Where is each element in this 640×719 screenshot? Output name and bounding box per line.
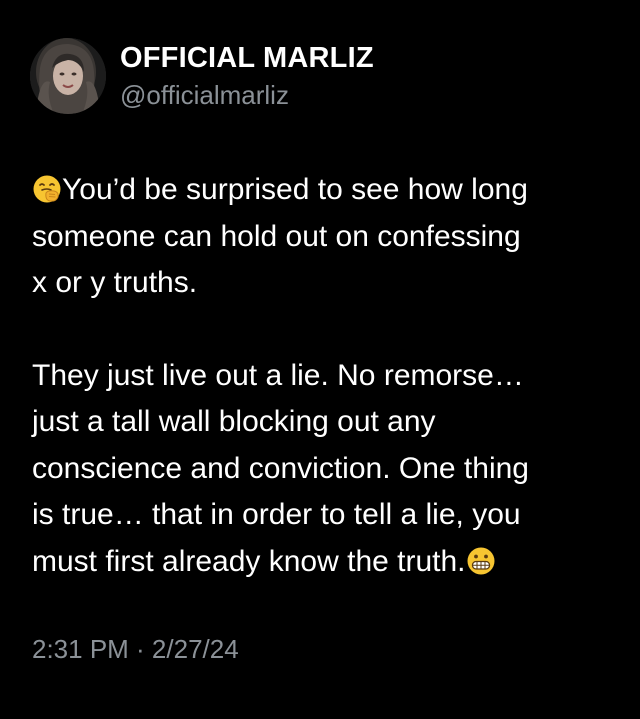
paragraph-1-line-2: someone can hold out on confessing xyxy=(32,219,521,253)
author-header: OFFICIAL MARLIZ @officialmarliz xyxy=(30,38,374,114)
profile-photo-icon xyxy=(30,38,106,114)
tweet-card: OFFICIAL MARLIZ @officialmarliz You’d be… xyxy=(0,0,640,719)
avatar[interactable] xyxy=(30,38,106,114)
author-handle[interactable]: @officialmarliz xyxy=(120,79,374,111)
paragraph-2-line-5: must first already know the truth. xyxy=(32,544,466,578)
author-display-name[interactable]: OFFICIAL MARLIZ xyxy=(120,41,374,75)
face-with-hand-over-mouth-icon xyxy=(32,174,62,204)
paragraph-1-line-1: You’d be surprised to see how long xyxy=(62,173,528,206)
paragraph-1-line-3: x or y truths. xyxy=(32,266,198,299)
paragraph-2-line-1: They just live out a lie. No remorse… xyxy=(32,358,524,392)
tweet-text: You’d be surprised to see how long someo… xyxy=(32,167,622,585)
paragraph-1: You’d be surprised to see how long someo… xyxy=(32,167,622,307)
post-timestamp[interactable]: 2:31 PM · 2/27/24 xyxy=(32,632,239,666)
paragraph-2-line-3: conscience and conviction. One thing xyxy=(32,451,529,485)
grimacing-face-icon xyxy=(466,546,496,576)
paragraph-2-line-4: is true… that in order to tell a lie, yo… xyxy=(32,498,521,531)
paragraph-2: They just live out a lie. No remorse… ju… xyxy=(32,353,622,586)
paragraph-2-line-2: just a tall wall blocking out any xyxy=(32,405,436,438)
author-names: OFFICIAL MARLIZ @officialmarliz xyxy=(120,41,374,111)
